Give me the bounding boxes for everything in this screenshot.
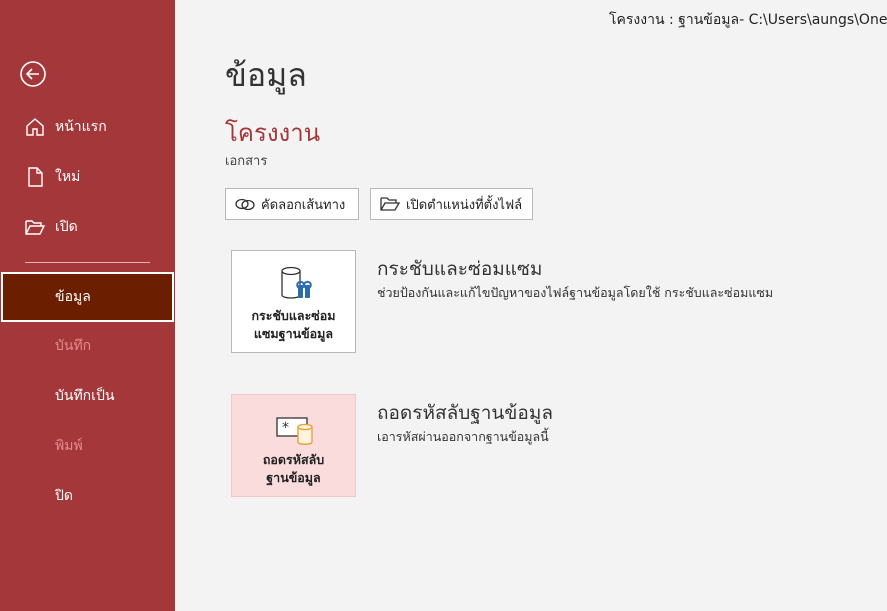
nav-item-label: บันทึก — [55, 338, 92, 354]
decrypt-database-title: ถอดรหัสลับฐานข้อมูล — [377, 402, 553, 424]
nav-item-label: หน้าแรก — [55, 119, 107, 135]
nav-item-label: เปิด — [55, 219, 78, 235]
nav-item-label: ปิด — [55, 488, 73, 504]
page-title: ข้อมูล — [225, 56, 307, 94]
backstage-main: โครงงาน : ฐานข้อมูล- C:\Users\aungs\OneD… — [175, 0, 887, 611]
decrypt-database-tile[interactable]: * ถอดรหัสลับ ฐานข้อมูล — [231, 394, 356, 497]
back-arrow-icon — [20, 61, 46, 87]
nav-item-open[interactable]: เปิด — [0, 207, 175, 247]
backstage-sidebar: หน้าแรก ใหม่ เปิด ข้อมูล บันทึก บันทึกเป… — [0, 0, 175, 611]
nav-item-label: พิมพ์ — [55, 438, 83, 454]
window-path-title: โครงงาน : ฐานข้อมูล- C:\Users\aungs\OneD… — [609, 12, 887, 28]
open-file-location-button[interactable]: เปิดตำแหน่งที่ตั้งไฟล์ — [370, 188, 533, 220]
decrypt-database-icon: * — [276, 417, 313, 445]
open-folder-icon — [380, 197, 401, 211]
database-repair-icon — [281, 266, 312, 299]
nav-item-save[interactable]: บันทึก — [0, 326, 175, 366]
nav-item-label: ใหม่ — [55, 169, 81, 185]
nav-item-save-as[interactable]: บันทึกเป็น — [0, 376, 175, 416]
decrypt-database-description: เอารหัสผ่านออกจากฐานข้อมูลนี้ — [377, 429, 549, 444]
decrypt-database-tile-label: ถอดรหัสลับ ฐานข้อมูล — [262, 452, 325, 485]
link-icon — [235, 198, 255, 211]
nav-item-print[interactable]: พิมพ์ — [0, 426, 175, 466]
project-subtitle: เอกสาร — [225, 154, 268, 169]
copy-path-button[interactable]: คัดลอกเส้นทาง — [225, 188, 359, 220]
back-button[interactable] — [19, 60, 47, 88]
open-folder-icon — [25, 220, 46, 235]
new-document-icon — [28, 167, 43, 187]
home-icon — [26, 118, 44, 136]
copy-path-label: คัดลอกเส้นทาง — [261, 197, 346, 213]
compact-repair-tile-label: กระชับและซ่อม แซมฐานข้อมูล — [251, 308, 336, 341]
compact-repair-title: กระชับและซ่อมแซม — [377, 258, 543, 280]
compact-repair-tile[interactable]: กระชับและซ่อม แซมฐานข้อมูล — [231, 250, 356, 353]
nav-item-info[interactable]: ข้อมูล — [1, 272, 174, 322]
project-name: โครงงาน — [225, 119, 321, 147]
nav-item-new[interactable]: ใหม่ — [0, 157, 175, 197]
compact-repair-description: ช่วยป้องกันและแก้ไขปัญหาของไฟล์ฐานข้อมูล… — [377, 285, 774, 300]
nav-item-label: บันทึกเป็น — [55, 388, 115, 404]
open-file-location-label: เปิดตำแหน่งที่ตั้งไฟล์ — [406, 197, 523, 213]
nav-item-label: ข้อมูล — [55, 289, 91, 305]
svg-text:*: * — [282, 420, 289, 436]
nav-item-home[interactable]: หน้าแรก — [0, 107, 175, 147]
nav-divider — [25, 262, 150, 263]
nav-item-close[interactable]: ปิด — [0, 476, 175, 516]
